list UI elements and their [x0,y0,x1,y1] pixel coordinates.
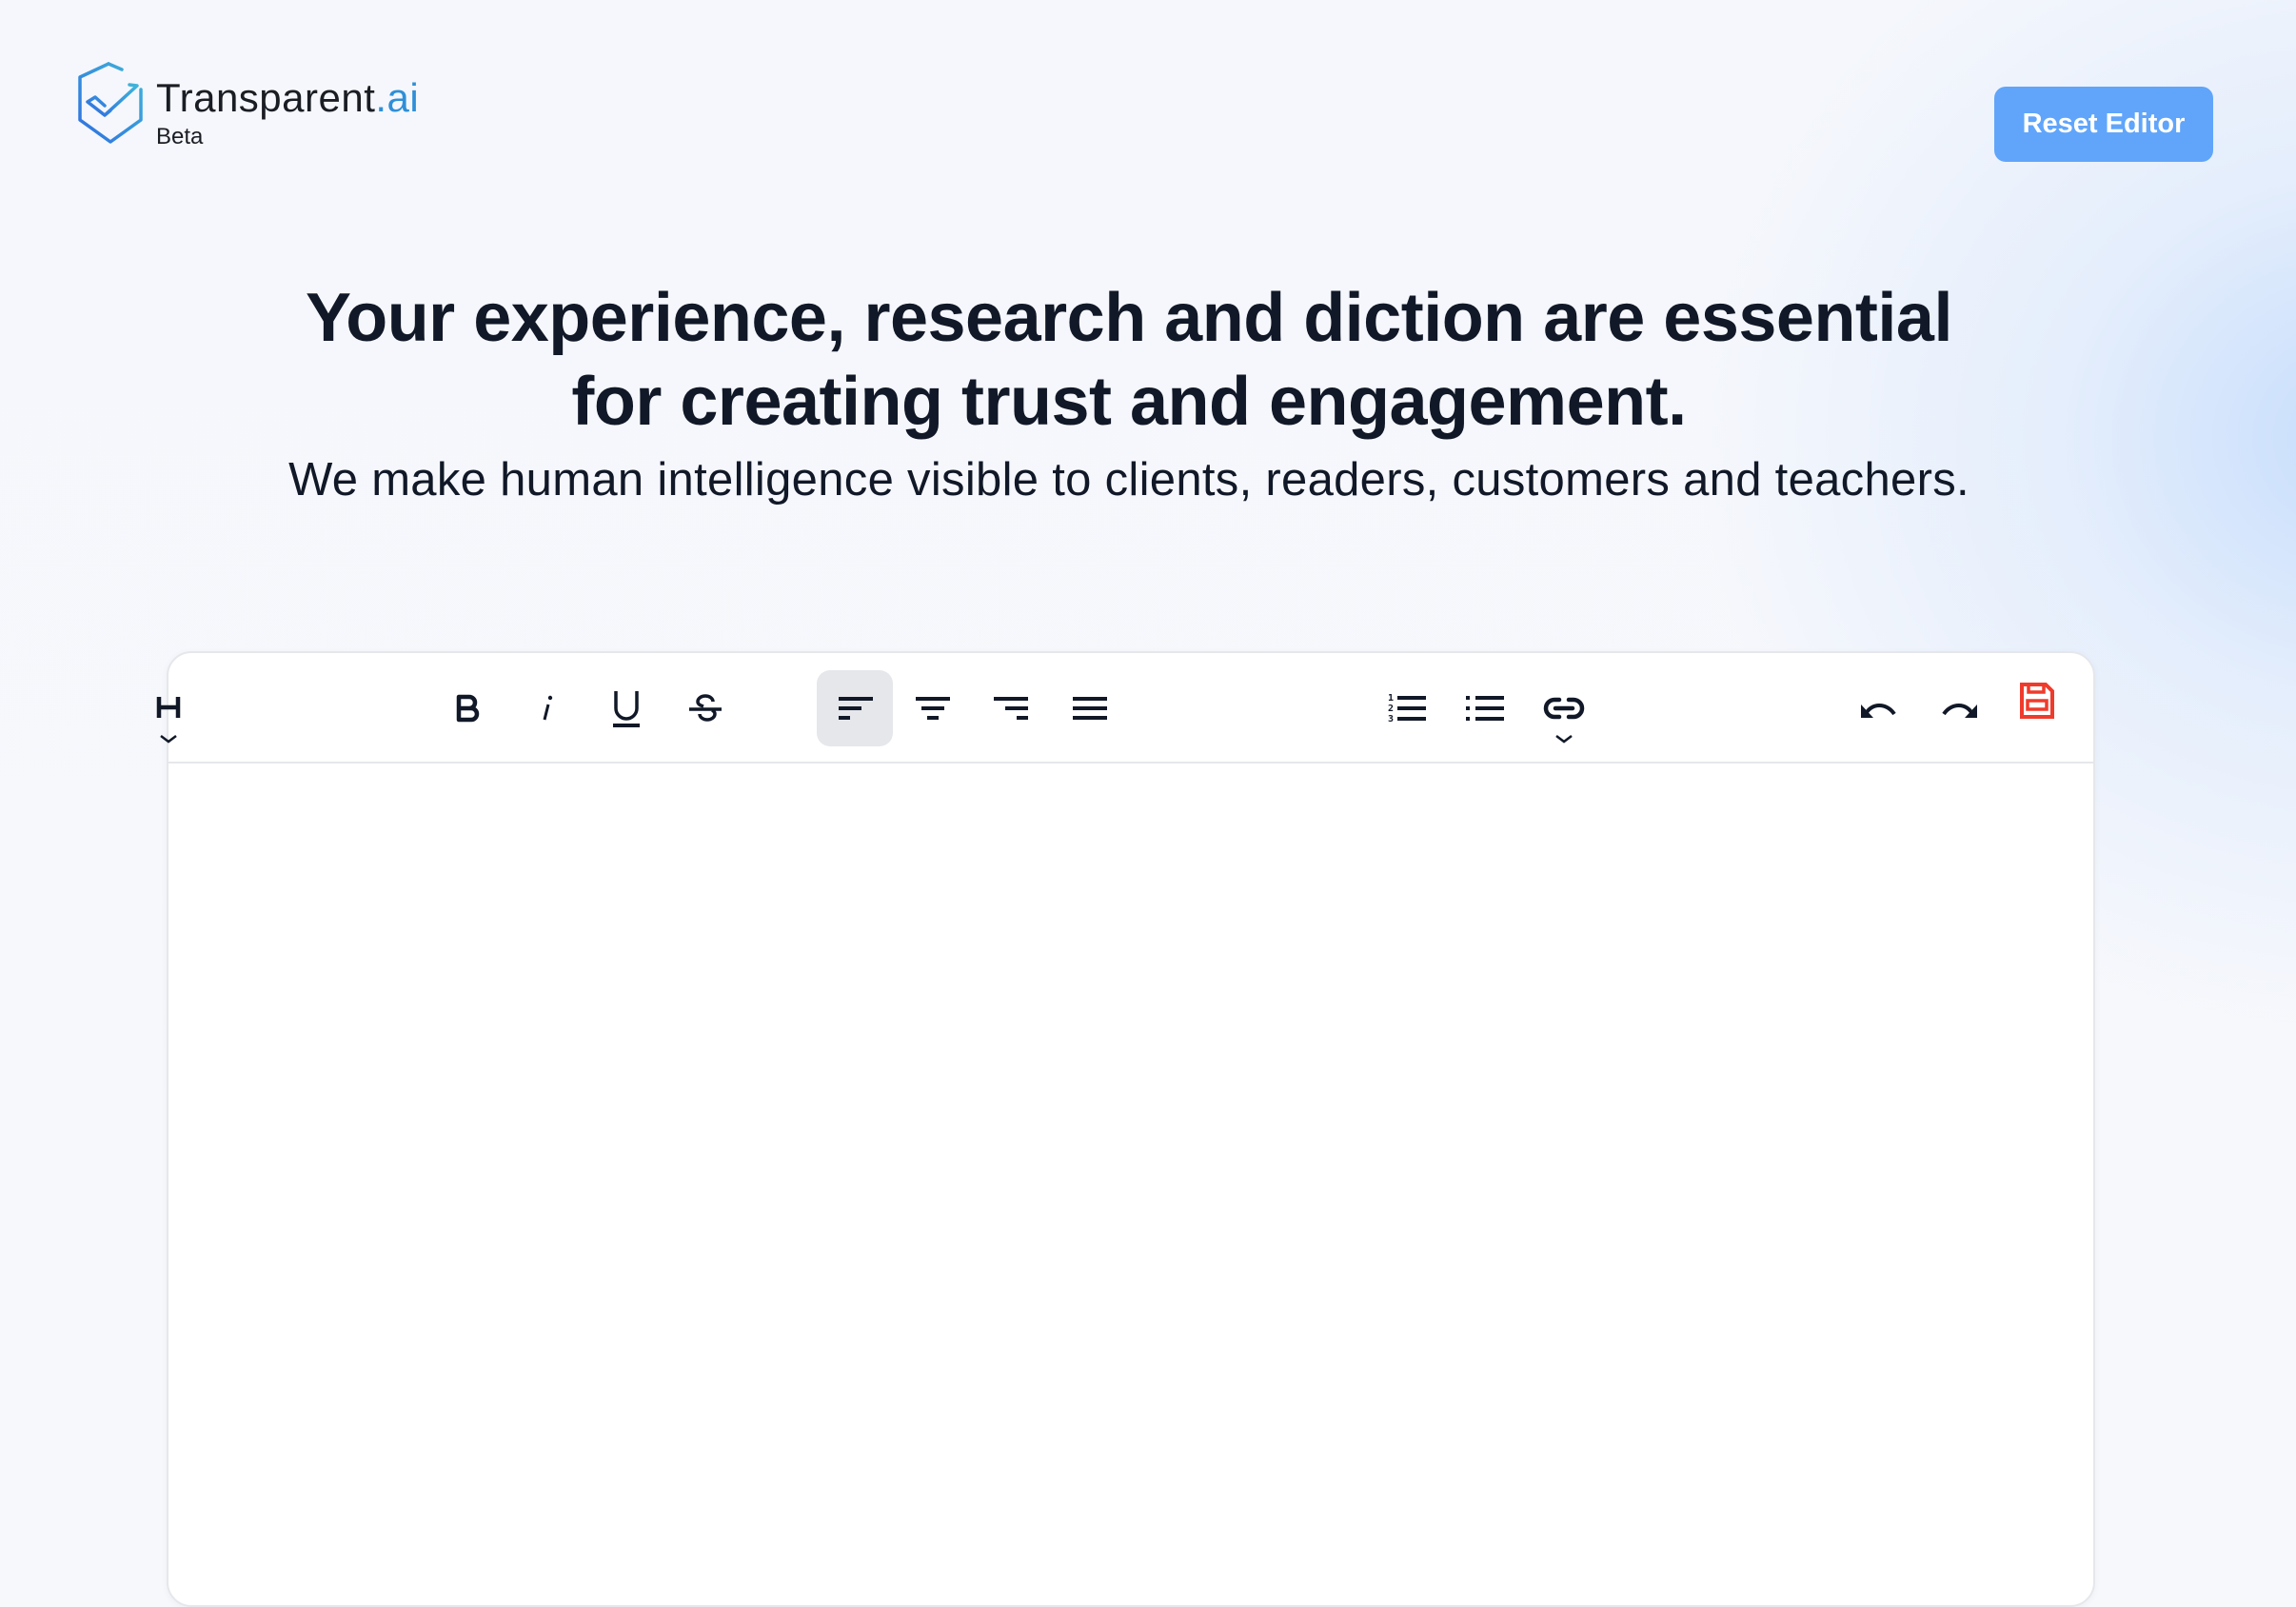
bullet-list-icon [1466,696,1504,721]
logo[interactable]: Transparent.ai Beta [74,61,419,149]
bold-button[interactable] [429,670,505,746]
brand-suffix: .ai [375,75,420,120]
align-right-button[interactable] [974,670,1050,746]
save-button[interactable] [1999,663,2075,739]
editor-toolbar: 1 2 3 [156,653,2093,764]
align-center-icon [916,697,950,720]
reset-editor-button[interactable]: Reset Editor [1994,87,2213,162]
align-right-icon [994,697,1028,720]
ordered-list-button[interactable]: 1 2 3 [1369,670,1445,746]
undo-icon [1861,704,1896,718]
link-button[interactable] [1526,670,1602,746]
italic-button[interactable] [508,670,584,746]
chevron-down-icon [160,735,177,744]
hero: Your experience, research and diction ar… [0,276,2258,506]
align-justify-button[interactable] [1053,670,1129,746]
bold-icon [456,694,480,723]
bullet-list-button[interactable] [1447,670,1523,746]
brand-name-text: Transparent [156,75,376,120]
title-line-2: for creating trust and engagement. [571,364,1687,440]
underline-button[interactable] [588,670,664,746]
link-icon [1543,697,1585,720]
brand-name: Transparent.ai [156,78,419,118]
align-left-button[interactable] [817,670,893,746]
underline-icon [613,691,640,727]
beta-badge: Beta [156,124,204,149]
italic-icon [543,695,553,721]
strikethrough-icon [689,694,722,722]
page-title: Your experience, research and diction ar… [0,276,2258,444]
editor-content[interactable] [168,764,2093,1605]
align-justify-icon [1073,697,1107,720]
svg-text:3: 3 [1388,714,1394,724]
align-center-button[interactable] [895,670,971,746]
heading-button[interactable] [130,670,207,746]
undo-button[interactable] [1841,670,1917,746]
header: Transparent.ai Beta Reset Editor [0,0,2296,190]
redo-button[interactable] [1921,670,1997,746]
strikethrough-button[interactable] [667,670,743,746]
editor: 1 2 3 [156,651,2095,1607]
title-line-1: Your experience, research and diction ar… [306,280,1952,356]
svg-text:1: 1 [1388,693,1394,704]
heading-icon [156,697,181,718]
chevron-down-icon [1555,735,1573,744]
svg-text:2: 2 [1388,704,1394,714]
align-left-icon [839,697,873,720]
ordered-list-icon: 1 2 3 [1388,693,1426,724]
redo-icon [1942,704,1977,718]
subtitle: We make human intelligence visible to cl… [288,454,1969,506]
shield-check-icon [78,62,143,144]
save-icon [2020,683,2054,719]
